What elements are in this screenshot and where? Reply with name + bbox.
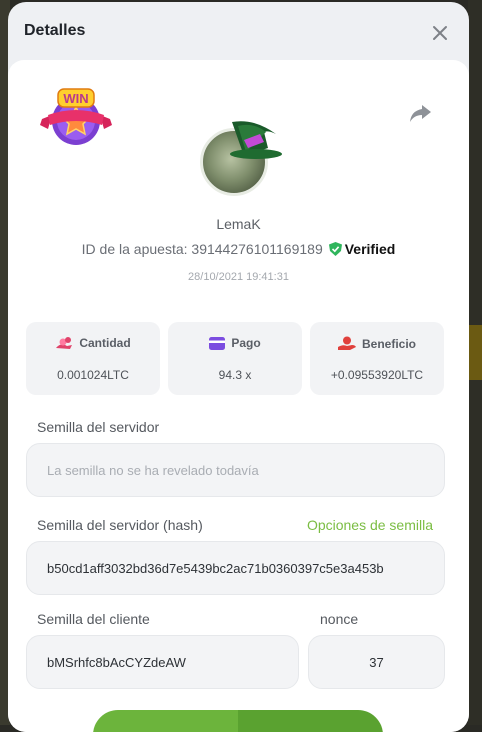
bet-id-line: ID de la apuesta: 39144276101169189 Verif… — [8, 241, 469, 257]
stat-payout-value: 94.3 x — [218, 368, 252, 382]
client-seed-field[interactable]: bMSrhfc8bAcCYZdeAW — [26, 635, 299, 689]
stat-payout: Pago 94.3 x — [168, 322, 302, 395]
stat-payout-label: Pago — [231, 336, 261, 350]
hand-coin-icon — [337, 336, 356, 350]
stat-profit-value: +0.09553920LTC — [330, 368, 424, 382]
coin-stack-icon — [56, 337, 73, 349]
bet-details-modal: Detalles WIN LemaK ID de la apuesta: 391… — [8, 2, 469, 732]
server-seed-field[interactable]: La semilla no se ha revelado todavía — [26, 443, 445, 497]
nonce-field[interactable]: 37 — [308, 635, 445, 689]
verified-shield-icon — [328, 242, 342, 256]
close-button[interactable] — [425, 18, 455, 48]
win-badge-text: WIN — [63, 91, 88, 106]
witch-hat-icon — [230, 121, 282, 159]
server-seed-hash-field[interactable]: b50cd1aff3032bd36d7e5439bc2ac71b0360397c… — [26, 541, 445, 595]
modal-title: Detalles — [24, 22, 86, 39]
details-card: WIN LemaK ID de la apuesta: 391442761011… — [8, 60, 469, 732]
stat-amount-label: Cantidad — [79, 336, 131, 350]
avatar-container — [198, 120, 288, 210]
modal-header: Detalles — [8, 2, 469, 60]
card-icon — [209, 337, 226, 350]
seed-options-link[interactable]: Opciones de semilla — [307, 517, 433, 533]
server-seed-hash-label: Semilla del servidor (hash) — [37, 517, 203, 533]
background-game-strip — [468, 325, 482, 380]
stat-amount-value: 0.001024LTC — [57, 368, 129, 382]
share-icon[interactable] — [407, 102, 433, 124]
verified-label: Verified — [344, 241, 396, 257]
server-seed-label: Semilla del servidor — [37, 419, 160, 435]
verify-button[interactable] — [93, 710, 383, 732]
client-seed-label: Semilla del cliente — [37, 611, 150, 627]
bet-timestamp: 28/10/2021 19:41:31 — [188, 271, 289, 283]
username: LemaK — [216, 216, 261, 232]
stat-profit-label: Beneficio — [361, 337, 416, 351]
close-icon — [433, 26, 447, 40]
bet-id: ID de la apuesta: 39144276101169189 — [81, 241, 323, 257]
nonce-label: nonce — [320, 611, 359, 627]
stat-profit: Beneficio +0.09553920LTC — [310, 322, 444, 395]
stat-amount: Cantidad 0.001024LTC — [26, 322, 160, 395]
win-badge-icon: WIN — [40, 88, 112, 145]
